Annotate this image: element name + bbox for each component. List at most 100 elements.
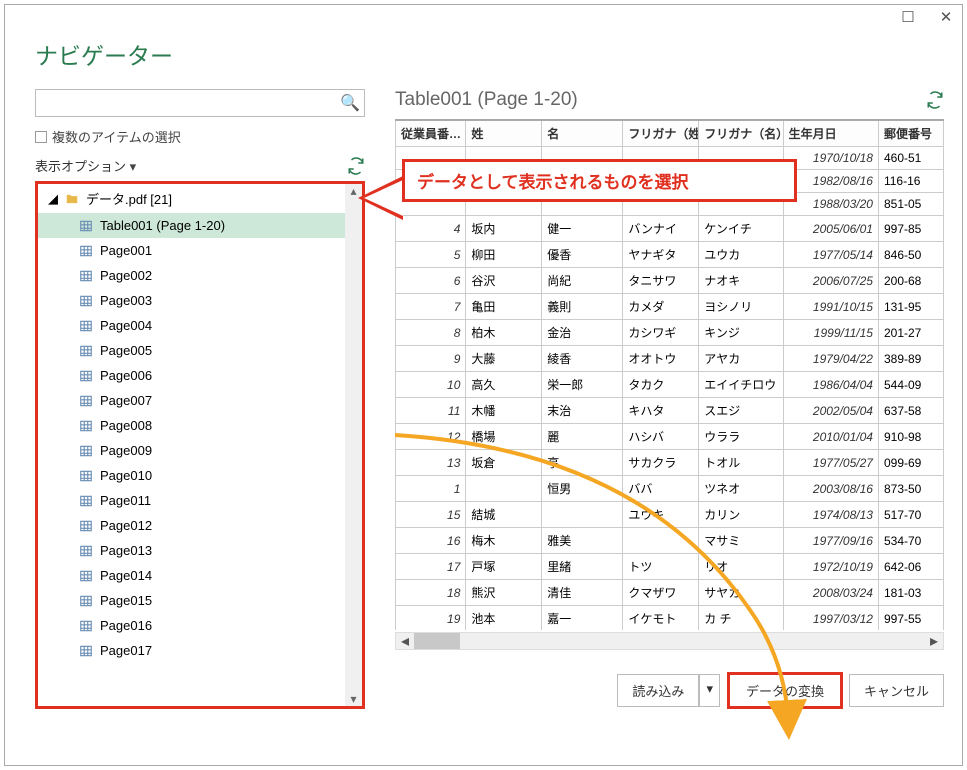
column-header[interactable]: フリガナ（名） — [699, 120, 783, 147]
table-icon — [78, 219, 94, 233]
cell: ユウキ — [623, 502, 699, 528]
table-row[interactable]: 13坂倉亨サカクラトオル1977/05/27099-69 — [396, 450, 944, 476]
cell: 5 — [396, 242, 466, 268]
tree-item-label: Page007 — [100, 393, 152, 408]
table-icon — [78, 319, 94, 333]
checkbox-icon[interactable] — [35, 131, 47, 143]
scroll-left-icon[interactable]: ◂ — [396, 631, 414, 651]
search-input[interactable] — [36, 90, 336, 116]
table-icon — [78, 269, 94, 283]
tree-item[interactable]: Page004 — [38, 313, 345, 338]
table-icon — [78, 294, 94, 308]
table-row[interactable]: 19池本嘉一イケモトカ チ1997/03/12997-55 — [396, 606, 944, 631]
table-row[interactable]: 10高久栄一郎タカクエイイチロウ1986/04/04544-09 — [396, 372, 944, 398]
table-icon — [78, 394, 94, 408]
tree-item[interactable]: Page017 — [38, 638, 345, 663]
table-icon — [78, 344, 94, 358]
cell: 2003/08/16 — [783, 476, 878, 502]
transform-button[interactable]: データの変換 — [727, 672, 843, 709]
cell: 1 — [396, 476, 466, 502]
table-icon — [78, 569, 94, 583]
column-header[interactable]: 姓 — [466, 120, 542, 147]
table-row[interactable]: 15結城ユウキカリン1974/08/13517-70 — [396, 502, 944, 528]
scroll-down-icon[interactable]: ▾ — [345, 692, 362, 706]
cell: 里緒 — [542, 554, 623, 580]
tree-item[interactable]: Page007 — [38, 388, 345, 413]
table-row[interactable]: 18熊沢清佳クマザワサヤカ2008/03/24181-03 — [396, 580, 944, 606]
table-row[interactable]: 12橋場麗ハシバウララ2010/01/04910-98 — [396, 424, 944, 450]
multi-select-row[interactable]: 複数のアイテムの選択 — [35, 127, 365, 146]
cell: 1977/09/16 — [783, 528, 878, 554]
tree-item[interactable]: Page011 — [38, 488, 345, 513]
table-row[interactable]: 1恒男ババツネオ2003/08/16873-50 — [396, 476, 944, 502]
cell: イケモト — [623, 606, 699, 631]
tree-item[interactable]: Page016 — [38, 613, 345, 638]
cell: 木幡 — [466, 398, 542, 424]
table-row[interactable]: 16梅木雅美マサミ1977/09/16534-70 — [396, 528, 944, 554]
cell: 1977/05/27 — [783, 450, 878, 476]
cell: 8 — [396, 320, 466, 346]
tree-item-label: Table001 (Page 1-20) — [100, 218, 225, 233]
cell: 4 — [396, 216, 466, 242]
table-icon — [78, 244, 94, 258]
cell: 熊沢 — [466, 580, 542, 606]
refresh-preview-icon[interactable] — [926, 91, 944, 109]
load-button[interactable]: 読み込み — [617, 674, 699, 707]
column-header[interactable]: フリガナ（姓） — [623, 120, 699, 147]
scroll-thumb[interactable] — [414, 633, 460, 649]
tree-item[interactable]: Page006 — [38, 363, 345, 388]
tree-item[interactable]: Page013 — [38, 538, 345, 563]
refresh-icon[interactable] — [347, 157, 365, 175]
table-row[interactable]: 9大藤綾香オオトウアヤカ1979/04/22389-89 — [396, 346, 944, 372]
table-row[interactable]: 7亀田義則カメダヨシノリ1991/10/15131-95 — [396, 294, 944, 320]
tree-item[interactable]: Page001 — [38, 238, 345, 263]
table-row[interactable]: 4坂内健一バンナイケンイチ2005/06/01997-85 — [396, 216, 944, 242]
cell: 873-50 — [878, 476, 943, 502]
tree-item[interactable]: Page003 — [38, 288, 345, 313]
tree-item[interactable]: Page010 — [38, 463, 345, 488]
scrollbar-horizontal[interactable]: ◂ ▸ — [395, 632, 944, 650]
column-header[interactable]: 従業員番… — [396, 120, 466, 147]
load-dropdown-button[interactable]: ▾ — [699, 674, 720, 707]
cell: トオル — [699, 450, 783, 476]
cell: クマザワ — [623, 580, 699, 606]
tree-item[interactable]: Table001 (Page 1-20) — [38, 213, 345, 238]
column-header[interactable]: 生年月日 — [783, 120, 878, 147]
scroll-right-icon[interactable]: ▸ — [925, 631, 943, 651]
tree-item[interactable]: Page005 — [38, 338, 345, 363]
tree-item[interactable]: Page012 — [38, 513, 345, 538]
tree-item[interactable]: Page014 — [38, 563, 345, 588]
search-icon[interactable]: 🔍 — [336, 90, 364, 116]
cancel-button[interactable]: キャンセル — [849, 674, 944, 707]
table-icon — [78, 419, 94, 433]
cell: 16 — [396, 528, 466, 554]
cell: ナオキ — [699, 268, 783, 294]
tree-item-label: Page013 — [100, 543, 152, 558]
cell: 11 — [396, 398, 466, 424]
cell: ハシバ — [623, 424, 699, 450]
maximize-icon[interactable]: ☐ — [898, 7, 918, 27]
table-row[interactable]: 8柏木金治カシワギキンジ1999/11/15201-27 — [396, 320, 944, 346]
table-row[interactable]: 5柳田優香ヤナギタユウカ1977/05/14846-50 — [396, 242, 944, 268]
table-row[interactable]: 17戸塚里緒トツリオ1972/10/19642-06 — [396, 554, 944, 580]
tree-item[interactable]: Page002 — [38, 263, 345, 288]
table-row[interactable]: 6谷沢尚紀タニサワナオキ2006/07/25200-68 — [396, 268, 944, 294]
cell: 389-89 — [878, 346, 943, 372]
tree-root[interactable]: ◢データ.pdf [21] — [38, 184, 345, 213]
cell: 戸塚 — [466, 554, 542, 580]
search-box[interactable]: 🔍 — [35, 89, 365, 117]
close-icon[interactable]: ✕ — [936, 7, 956, 27]
cell: 末治 — [542, 398, 623, 424]
column-header[interactable]: 郵便番号 — [878, 120, 943, 147]
tree-item[interactable]: Page009 — [38, 438, 345, 463]
table-row[interactable]: 11木幡末治キハタスエジ2002/05/04637-58 — [396, 398, 944, 424]
scrollbar-vertical[interactable]: ▴ ▾ — [345, 184, 362, 706]
tree-item[interactable]: Page015 — [38, 588, 345, 613]
column-header[interactable]: 名 — [542, 120, 623, 147]
display-options-dropdown[interactable]: 表示オプション — [35, 156, 136, 175]
tree-item[interactable]: Page008 — [38, 413, 345, 438]
tree-item-label: Page006 — [100, 368, 152, 383]
table-icon — [78, 619, 94, 633]
cell: 1999/11/15 — [783, 320, 878, 346]
table-icon — [78, 494, 94, 508]
